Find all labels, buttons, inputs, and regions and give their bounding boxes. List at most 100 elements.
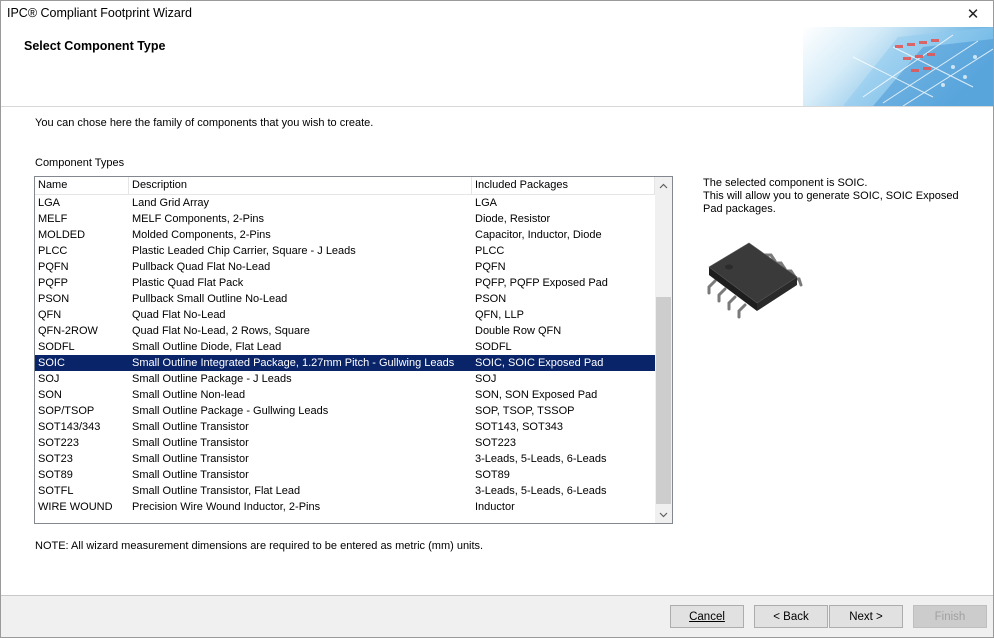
row-name-cell: SOTFL xyxy=(38,485,74,497)
row-name-cell: SOT143/343 xyxy=(38,421,101,433)
row-description-cell: Small Outline Non-lead xyxy=(132,389,246,401)
table-row[interactable]: PQFP Plastic Quad Flat Pack PQFP, PQFP Exp… xyxy=(35,275,655,291)
row-packages-cell: 3-Leads, 5-Leads, 6-Leads xyxy=(475,453,607,465)
row-packages-cell: SOT143, SOT343 xyxy=(475,421,564,433)
table-row[interactable]: QFN-2ROW Quad Flat No-Lead, 2 Rows, Squar… xyxy=(35,323,655,339)
row-name-cell: WIRE WOUND xyxy=(38,501,113,513)
table-row[interactable]: SOTFL Small Outline Transistor, Flat Lead… xyxy=(35,483,655,499)
table-row[interactable]: SON Small Outline Non-lead SON, SON Expose… xyxy=(35,387,655,403)
row-description-cell: Land Grid Array xyxy=(132,197,210,209)
row-packages-cell: SOP, TSOP, TSSOP xyxy=(475,405,575,417)
wizard-footer: Cancel < Back Next > Finish xyxy=(1,596,993,637)
scroll-down-button[interactable] xyxy=(655,506,672,523)
page-title: Select Component Type xyxy=(24,39,166,53)
row-packages-cell: Capacitor, Inductor, Diode xyxy=(475,229,602,241)
row-name-cell: PQFN xyxy=(38,261,69,273)
close-icon: ✕ xyxy=(966,6,980,23)
table-row[interactable]: SODFL Small Outline Diode, Flat Lead SODFL xyxy=(35,339,655,355)
row-description-cell: Small Outline Transistor xyxy=(132,437,249,449)
next-button[interactable]: Next > xyxy=(829,605,903,628)
table-row[interactable]: PLCC Plastic Leaded Chip Carrier, Square … xyxy=(35,243,655,259)
intro-text: You can chose here the family of compone… xyxy=(35,117,374,129)
row-name-cell: PSON xyxy=(38,293,70,305)
row-name-cell: QFN-2ROW xyxy=(38,325,98,337)
row-name-cell: SODFL xyxy=(38,341,75,353)
row-name-cell: PQFP xyxy=(38,277,68,289)
wizard-window: IPC® Compliant Footprint Wizard ✕ Select… xyxy=(0,0,994,638)
title-bar: IPC® Compliant Footprint Wizard ✕ xyxy=(1,1,993,27)
row-packages-cell: SOT223 xyxy=(475,437,516,449)
row-description-cell: Small Outline Diode, Flat Lead xyxy=(132,341,282,353)
row-name-cell: QFN xyxy=(38,309,62,321)
finish-button[interactable]: Finish xyxy=(913,605,987,628)
close-button[interactable]: ✕ xyxy=(953,1,993,27)
row-description-cell: Molded Components, 2-Pins xyxy=(132,229,271,241)
row-name-cell: PLCC xyxy=(38,245,68,257)
row-description-cell: Plastic Quad Flat Pack xyxy=(132,277,244,289)
table-row[interactable]: WIRE WOUND Precision Wire Wound Inductor,… xyxy=(35,499,655,515)
table-row[interactable]: QFN Quad Flat No-Lead QFN, LLP xyxy=(35,307,655,323)
row-description-cell: Small Outline Integrated Package, 1.27mm… xyxy=(132,357,455,369)
soic-chip-image xyxy=(701,237,805,321)
selection-info-line2: This will allow you to generate SOIC, SO… xyxy=(703,190,959,215)
row-description-cell: Precision Wire Wound Inductor, 2-Pins xyxy=(132,501,321,513)
table-row[interactable]: SOJ Small Outline Package - J Leads SOJ xyxy=(35,371,655,387)
row-packages-cell: Diode, Resistor xyxy=(475,213,551,225)
component-types-label: Component Types xyxy=(35,157,125,169)
cancel-button-label: Cancel xyxy=(689,610,725,623)
table-row[interactable]: SOT223 Small Outline Transistor SOT223 xyxy=(35,435,655,451)
scroll-up-button[interactable] xyxy=(655,177,672,194)
table-row[interactable]: SOP/TSOP Small Outline Package - Gullwing… xyxy=(35,403,655,419)
table-row[interactable]: SOT143/343 Small Outline Transistor SOT143… xyxy=(35,419,655,435)
row-description-cell: Quad Flat No-Lead, 2 Rows, Square xyxy=(132,325,310,337)
row-description-cell: Small Outline Transistor, Flat Lead xyxy=(132,485,301,497)
row-packages-cell: PQFP, PQFP Exposed Pad xyxy=(475,277,608,289)
table-row[interactable]: SOT89 Small Outline Transistor SOT89 xyxy=(35,467,655,483)
chevron-down-icon xyxy=(659,510,668,520)
row-description-cell: Pullback Quad Flat No-Lead xyxy=(132,261,271,273)
list-scrollbar[interactable] xyxy=(655,177,672,523)
row-description-cell: Small Outline Package - Gullwing Leads xyxy=(132,405,329,417)
row-description-cell: Small Outline Transistor xyxy=(132,469,249,481)
row-packages-cell: LGA xyxy=(475,197,498,209)
component-types-list[interactable]: Name Description Included Packages LGA La… xyxy=(34,176,673,524)
row-name-cell: SOT223 xyxy=(38,437,79,449)
row-name-cell: SOJ xyxy=(38,373,60,385)
row-name-cell: LGA xyxy=(38,197,61,209)
finish-button-label: Finish xyxy=(934,610,966,623)
row-packages-cell: SODFL xyxy=(475,341,512,353)
row-description-cell: Plastic Leaded Chip Carrier, Square - J … xyxy=(132,245,356,257)
row-name-cell: SON xyxy=(38,389,62,401)
row-name-cell: SOT23 xyxy=(38,453,73,465)
row-packages-cell: Inductor xyxy=(475,501,515,513)
table-row[interactable]: PQFN Pullback Quad Flat No-Lead PQFN xyxy=(35,259,655,275)
table-row[interactable]: SOT23 Small Outline Transistor 3-Leads, 5-… xyxy=(35,451,655,467)
row-packages-cell: QFN, LLP xyxy=(475,309,524,321)
row-name-cell: MELF xyxy=(38,213,68,225)
list-header: Name Description Included Packages xyxy=(35,177,655,195)
selection-info: The selected component is SOIC. This wil… xyxy=(703,177,963,216)
row-description-cell: MELF Components, 2-Pins xyxy=(132,213,265,225)
wizard-header: Select Component Type xyxy=(1,27,993,107)
column-header-description[interactable]: Description xyxy=(129,177,472,195)
window-title: IPC® Compliant Footprint Wizard xyxy=(7,6,192,20)
header-banner-image xyxy=(803,27,993,106)
row-packages-cell: PSON xyxy=(475,293,507,305)
chevron-up-icon xyxy=(659,181,668,191)
row-packages-cell: SON, SON Exposed Pad xyxy=(475,389,598,401)
cancel-button[interactable]: Cancel xyxy=(670,605,744,628)
table-row[interactable]: SOIC Small Outline Integrated Package, 1.… xyxy=(35,355,655,371)
table-row[interactable]: PSON Pullback Small Outline No-Lead PSON xyxy=(35,291,655,307)
table-row[interactable]: MOLDED Molded Components, 2-Pins Capacitor… xyxy=(35,227,655,243)
table-row[interactable]: LGA Land Grid Array LGA xyxy=(35,195,655,211)
row-description-cell: Small Outline Package - J Leads xyxy=(132,373,292,385)
row-packages-cell: SOT89 xyxy=(475,469,510,481)
back-button[interactable]: < Back xyxy=(754,605,828,628)
metric-units-note: NOTE: All wizard measurement dimensions … xyxy=(35,540,484,552)
table-row[interactable]: MELF MELF Components, 2-Pins Diode, Resist… xyxy=(35,211,655,227)
row-name-cell: MOLDED xyxy=(38,229,86,241)
column-header-included-packages[interactable]: Included Packages xyxy=(472,177,655,195)
row-packages-cell: PLCC xyxy=(475,245,505,257)
scroll-thumb[interactable] xyxy=(656,297,671,504)
column-header-name[interactable]: Name xyxy=(35,177,129,195)
